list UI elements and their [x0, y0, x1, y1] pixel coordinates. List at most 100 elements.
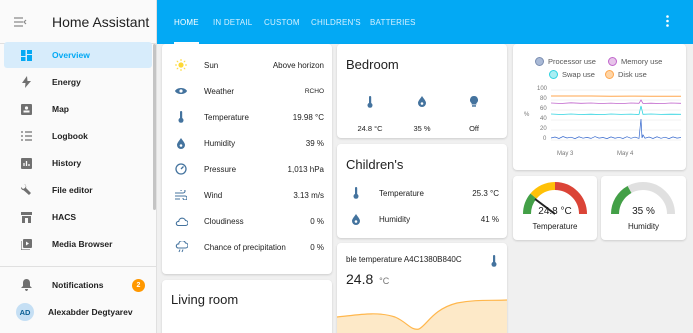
- series-memory-line: [551, 99, 681, 105]
- sidebar-item-label: Media Browser: [52, 239, 113, 249]
- tab-childrens[interactable]: CHILDREN'S: [311, 0, 361, 44]
- thermometer-icon: [174, 111, 188, 123]
- entity-value: 1,013 hPa: [287, 164, 324, 174]
- sidebar-item-energy[interactable]: Energy: [0, 69, 156, 95]
- sidebar-item-map[interactable]: Map: [0, 96, 156, 122]
- sidebar-item-logbook[interactable]: Logbook: [0, 123, 156, 149]
- childrens-card: Children's Temperature 25.3 °C Humidity …: [337, 144, 507, 238]
- map-icon: [20, 103, 32, 115]
- legend-swatch: [535, 57, 544, 66]
- entity-row-wind[interactable]: Wind 3.13 m/s: [174, 184, 324, 206]
- sidebar-item-file-editor[interactable]: File editor: [0, 177, 156, 203]
- entity-value: 3.13 m/s: [293, 190, 324, 200]
- y-tick-label: 60: [540, 106, 547, 112]
- user-name: Alexabder Degtyarev: [48, 307, 133, 317]
- top-app-bar: HOME IN DETAIL CUSTOM CHILDREN'S BATTERI…: [157, 0, 693, 44]
- water-drop-icon: [395, 96, 449, 112]
- entity-row-weather[interactable]: Weather RCHO: [174, 80, 324, 102]
- entity-row-temperature[interactable]: Temperature 19.98 °C: [174, 106, 324, 128]
- entity-value: 0 %: [310, 216, 324, 226]
- legend-label: Swap use: [562, 70, 595, 79]
- sidebar-item-label: File editor: [52, 185, 93, 195]
- legend-memory[interactable]: Memory use: [608, 57, 662, 66]
- glance-temperature[interactable]: 24.8 °C: [343, 96, 397, 133]
- sensor-value: 24.8: [346, 271, 374, 287]
- legend-disk[interactable]: Disk use: [605, 70, 647, 79]
- sidebar-item-user[interactable]: AD Alexabder Degtyarev: [0, 299, 156, 325]
- lightbulb-icon: [447, 96, 501, 112]
- sidebar-item-label: HACS: [52, 212, 77, 222]
- sidebar-item-label: Energy: [52, 77, 81, 87]
- entity-label: Temperature: [204, 112, 249, 122]
- y-tick-label: 100: [537, 86, 548, 92]
- glance-humidity[interactable]: 35 %: [395, 96, 449, 133]
- sidebar-header: Home Assistant: [0, 0, 156, 44]
- living-room-card: Living room: [162, 280, 332, 333]
- entity-label: Cloudiness: [204, 216, 244, 226]
- y-tick-label: 40: [540, 116, 547, 122]
- legend-swap[interactable]: Swap use: [549, 70, 595, 79]
- entity-label: Weather: [204, 86, 235, 96]
- y-tick-label: 0: [543, 136, 547, 142]
- gauge-label: Temperature: [532, 222, 578, 231]
- sidebar-item-label: Overview: [52, 50, 90, 60]
- tab-home[interactable]: HOME: [174, 0, 199, 44]
- tab-custom[interactable]: CUSTOM: [264, 0, 300, 44]
- entity-row-humidity[interactable]: Humidity 39 %: [174, 132, 324, 154]
- system-monitor-plot: [551, 89, 681, 141]
- legend-label: Processor use: [548, 57, 596, 66]
- entity-row-humidity[interactable]: Humidity 41 %: [349, 208, 499, 230]
- wrench-icon: [20, 184, 32, 196]
- entity-row-sun[interactable]: Sun Above horizon: [174, 54, 324, 76]
- gauge-label: Humidity: [627, 222, 660, 231]
- eye-icon: [174, 87, 188, 95]
- entity-label: Chance of precipitation: [204, 242, 286, 252]
- entity-row-temperature[interactable]: Temperature 25.3 °C: [349, 182, 499, 204]
- humidity-gauge-card[interactable]: 35 % Humidity: [601, 176, 686, 240]
- sensor-unit: °C: [379, 276, 390, 286]
- gauge-value: 24.8 °C: [538, 206, 572, 217]
- glance-value: Off: [469, 124, 479, 133]
- sidebar-item-hacs[interactable]: HACS: [0, 204, 156, 230]
- card-title: Children's: [346, 157, 404, 172]
- sidebar-item-notifications[interactable]: Notifications 2: [0, 272, 156, 298]
- entity-label: Humidity: [379, 214, 411, 224]
- water-drop-icon: [349, 213, 363, 225]
- entity-value: Above horizon: [272, 60, 324, 70]
- card-title: Living room: [171, 292, 239, 307]
- more-options-icon[interactable]: [666, 15, 669, 30]
- sidebar-item-label: Notifications: [52, 280, 104, 290]
- thermometer-icon: [343, 96, 397, 112]
- glance-light[interactable]: Off: [447, 96, 501, 133]
- y-axis-label: %: [524, 112, 530, 118]
- x-tick-label: May 3: [557, 151, 574, 157]
- sidebar-item-overview[interactable]: Overview: [4, 42, 152, 68]
- weather-entities-card: Sun Above horizon Weather RCHO Temperatu…: [162, 44, 332, 274]
- sidebar-item-history[interactable]: History: [0, 150, 156, 176]
- entity-row-precipitation[interactable]: Chance of precipitation 0 %: [174, 236, 324, 258]
- series-processor-line: [551, 118, 681, 139]
- gauge-icon: [174, 163, 188, 175]
- sidebar-item-media-browser[interactable]: Media Browser: [0, 231, 156, 257]
- sensor-card[interactable]: ble temperature A4C1380B840C 24.8 °C: [337, 243, 507, 333]
- dashboard-icon: [20, 49, 32, 61]
- thermometer-icon: [349, 187, 363, 199]
- wind-icon: [174, 190, 188, 200]
- avatar: AD: [16, 303, 34, 321]
- water-drop-icon: [174, 137, 188, 149]
- entity-row-pressure[interactable]: Pressure 1,013 hPa: [174, 158, 324, 180]
- notification-count-badge: 2: [132, 278, 145, 292]
- system-monitor-chart-card: Processor use Memory use Swap use Disk u…: [513, 44, 686, 170]
- tab-in-detail[interactable]: IN DETAIL: [213, 0, 252, 44]
- temperature-gauge-card[interactable]: 24.8 °C Temperature: [513, 176, 597, 240]
- bedroom-card: Bedroom 24.8 °C 35 % Off: [337, 44, 507, 138]
- app-title: Home Assistant: [52, 13, 150, 30]
- tab-batteries[interactable]: BATTERIES: [370, 0, 416, 44]
- bell-icon: [20, 279, 32, 291]
- legend-label: Memory use: [621, 57, 663, 66]
- hacs-icon: [20, 211, 32, 223]
- entity-row-cloudiness[interactable]: Cloudiness 0 %: [174, 210, 324, 232]
- legend-processor[interactable]: Processor use: [535, 57, 596, 66]
- hamburger-icon[interactable]: [14, 14, 36, 30]
- glance-value: 24.8 °C: [357, 124, 383, 133]
